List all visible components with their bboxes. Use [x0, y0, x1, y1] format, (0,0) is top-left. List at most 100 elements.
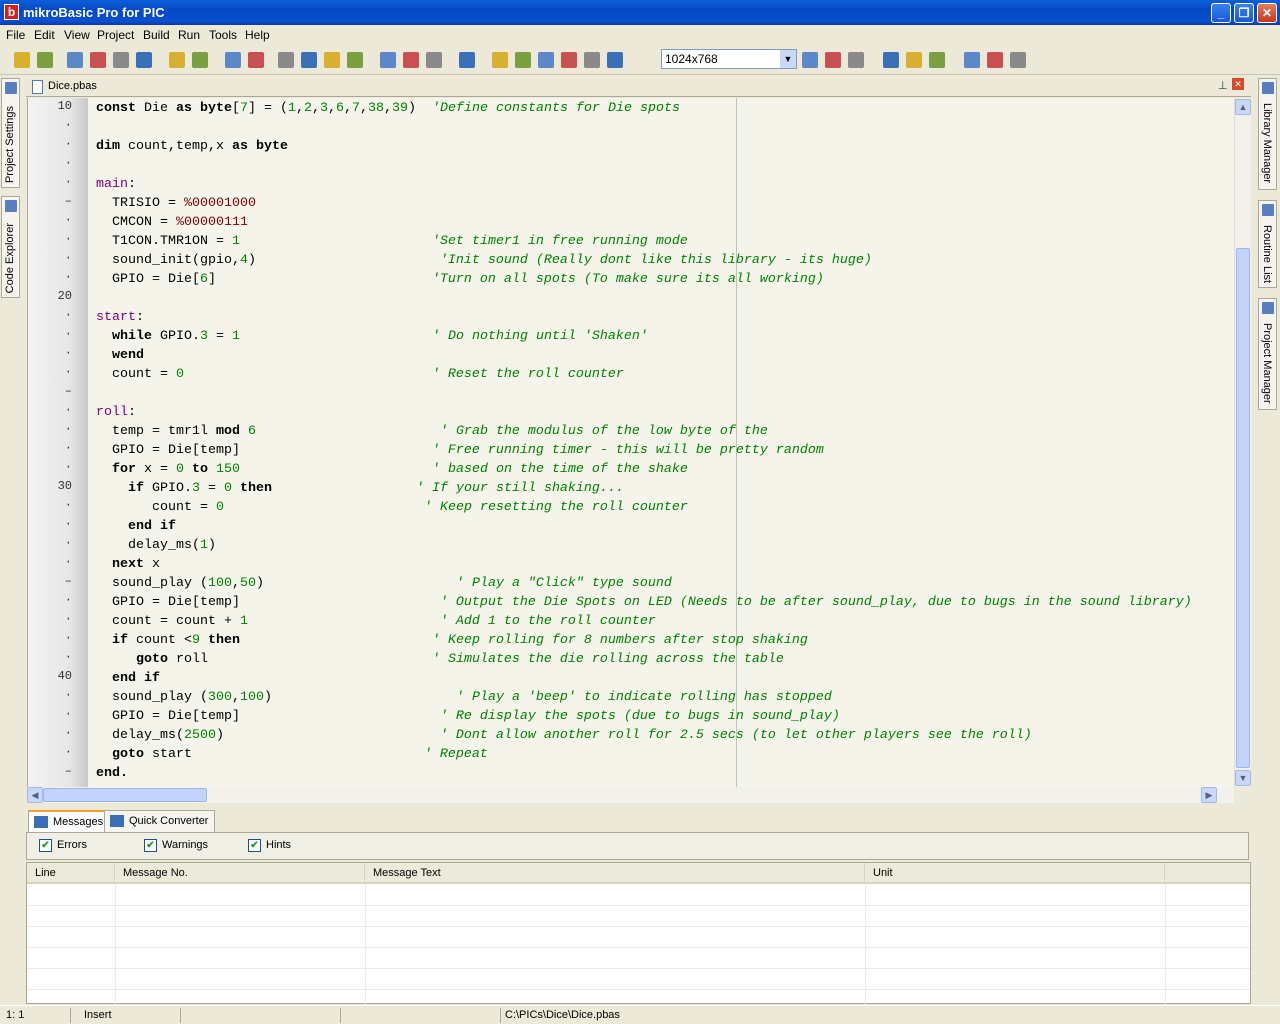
new-project-icon[interactable] — [14, 52, 30, 68]
code-editor[interactable]: 10 · · · · – · · · · 20 · · · · – · · · · 30 · · · · – · · · · 40 · · · · –… — [27, 98, 1234, 787]
layout-icon[interactable] — [848, 52, 864, 68]
tab-messages[interactable]: Messages — [28, 810, 111, 832]
close-button[interactable]: ✕ — [1257, 3, 1277, 23]
edit-project-icon[interactable] — [90, 52, 106, 68]
code-line[interactable]: next x — [96, 555, 160, 574]
lcd-designer-icon[interactable] — [607, 52, 623, 68]
code-line[interactable]: GPIO = Die[temp] ' Free running timer - … — [96, 441, 824, 460]
new-file-icon[interactable] — [225, 52, 241, 68]
menu-run[interactable]: Run — [178, 28, 200, 42]
menu-build[interactable]: Build — [143, 28, 170, 42]
code-line[interactable]: main: — [96, 175, 136, 194]
code-line[interactable]: GPIO = Die[temp] ' Output the Die Spots … — [96, 593, 1192, 612]
italic-comment-icon[interactable] — [883, 52, 899, 68]
code-line[interactable]: roll: — [96, 403, 136, 422]
menu-view[interactable]: View — [64, 28, 90, 42]
layout-save-icon[interactable] — [802, 52, 818, 68]
code-line[interactable]: GPIO = Die[6] 'Turn on all spots (To mak… — [96, 270, 824, 289]
code-line[interactable]: wend — [96, 346, 144, 365]
scroll-down-icon[interactable]: ▼ — [1235, 770, 1251, 786]
code-line[interactable]: delay_ms(1) — [96, 536, 216, 555]
print-preview-icon[interactable] — [324, 52, 340, 68]
tab-project-settings[interactable]: Project Settings — [1, 78, 20, 188]
menu-project[interactable]: Project — [97, 28, 134, 42]
code-line[interactable]: T1CON.TMR1ON = 1 'Set timer1 in free run… — [96, 232, 688, 251]
code-line[interactable]: while GPIO.3 = 1 ' Do nothing until 'Sha… — [96, 327, 648, 346]
tab-code-explorer[interactable]: Code Explorer — [1, 196, 20, 298]
code-line[interactable]: for x = 0 to 150 ' based on the time of … — [96, 460, 688, 479]
menu-file[interactable]: File — [6, 28, 25, 42]
code-line[interactable]: end. — [96, 764, 128, 783]
build-all-icon[interactable] — [403, 52, 419, 68]
code-line[interactable]: end if — [96, 669, 160, 688]
view-assembly-icon[interactable] — [492, 52, 508, 68]
code-line[interactable]: delay_ms(2500) ' Dont allow another roll… — [96, 726, 1032, 745]
code-line[interactable]: count = 0 ' Reset the roll counter — [96, 365, 624, 384]
warnings-checkbox[interactable]: ✔ Warnings — [144, 839, 208, 852]
horizontal-scrollbar[interactable]: ◀ ▶ — [27, 787, 1234, 803]
code-line[interactable]: count = 0 ' Keep resetting the roll coun… — [96, 498, 688, 517]
usb-icon[interactable] — [929, 52, 945, 68]
code-line[interactable]: end if — [96, 517, 176, 536]
code-line[interactable]: goto roll ' Simulates the die rolling ac… — [96, 650, 784, 669]
vertical-scroll-thumb[interactable] — [1236, 248, 1250, 768]
close-project-icon[interactable] — [113, 52, 129, 68]
uart-terminal-icon[interactable] — [584, 52, 600, 68]
code-line[interactable]: const Die as byte[7] = (1,2,3,6,7,38,39)… — [96, 99, 680, 118]
layout-select[interactable]: 1024x768 ▼ — [661, 49, 797, 69]
remove-file-icon[interactable] — [192, 52, 208, 68]
statistics-icon[interactable] — [515, 52, 531, 68]
pin-icon[interactable]: ⊥ — [1218, 79, 1228, 92]
programmer-icon[interactable] — [459, 52, 475, 68]
build-program-icon[interactable] — [426, 52, 442, 68]
help-icon[interactable] — [964, 52, 980, 68]
slash-icon[interactable] — [906, 52, 922, 68]
save-all-icon[interactable] — [301, 52, 317, 68]
vertical-scrollbar[interactable]: ▲ ▼ — [1234, 98, 1251, 787]
code-line[interactable]: sound_init(gpio,4) 'Init sound (Really d… — [96, 251, 872, 270]
code-line[interactable]: GPIO = Die[temp] ' Re display the spots … — [96, 707, 840, 726]
code-line[interactable]: sound_play (100,50) ' Play a "Click" typ… — [96, 574, 672, 593]
menu-edit[interactable]: Edit — [34, 28, 55, 42]
code-templates-icon[interactable] — [561, 52, 577, 68]
add-file-icon[interactable] — [169, 52, 185, 68]
column-header-unit[interactable]: Unit — [865, 863, 1165, 884]
tab-dice-pbas[interactable]: Dice.pbas — [28, 78, 105, 97]
find-next-icon[interactable] — [1010, 52, 1026, 68]
menu-tools[interactable]: Tools — [209, 28, 237, 42]
chevron-down-icon[interactable]: ▼ — [780, 50, 796, 68]
code-line[interactable]: goto start ' Repeat — [96, 745, 488, 764]
code-line[interactable]: if GPIO.3 = 0 then ' If your still shaki… — [96, 479, 624, 498]
tab-library-manager[interactable]: Library Manager — [1258, 78, 1277, 190]
code-line[interactable]: dim count,temp,x as byte — [96, 137, 288, 156]
code-line[interactable]: temp = tmr1l mod 6 ' Grab the modulus of… — [96, 422, 768, 441]
close-tab-icon[interactable]: ✕ — [1232, 78, 1244, 90]
menu-help[interactable]: Help — [245, 28, 270, 42]
open-project-icon[interactable] — [37, 52, 53, 68]
ascii-chart-icon[interactable] — [538, 52, 554, 68]
horizontal-scroll-thumb[interactable] — [43, 788, 207, 802]
build-icon[interactable] — [380, 52, 396, 68]
print-icon[interactable] — [347, 52, 363, 68]
scroll-up-icon[interactable]: ▲ — [1235, 99, 1251, 115]
maximize-button[interactable]: ❐ — [1234, 3, 1254, 23]
save-project-icon[interactable] — [67, 52, 83, 68]
open-file-icon[interactable] — [248, 52, 264, 68]
code-line[interactable]: if count <9 then ' Keep rolling for 8 nu… — [96, 631, 808, 650]
code-line[interactable]: CMCON = %00000111 — [96, 213, 248, 232]
save-file-icon[interactable] — [278, 52, 294, 68]
layout-load-icon[interactable] — [825, 52, 841, 68]
code-line[interactable]: sound_play (300,100) ' Play a 'beep' to … — [96, 688, 832, 707]
find-icon[interactable] — [987, 52, 1003, 68]
minimize-button[interactable]: _ — [1211, 3, 1231, 23]
scroll-right-icon[interactable]: ▶ — [1201, 787, 1217, 803]
scroll-left-icon[interactable]: ◀ — [27, 787, 43, 803]
code-line[interactable]: start: — [96, 308, 144, 327]
column-header-message-no[interactable]: Message No. — [115, 863, 365, 884]
hints-checkbox[interactable]: ✔ Hints — [248, 839, 291, 852]
column-header-line[interactable]: Line — [27, 863, 115, 884]
column-header-message-text[interactable]: Message Text — [365, 863, 865, 884]
project-settings-icon[interactable] — [136, 52, 152, 68]
tab-project-manager[interactable]: Project Manager — [1258, 298, 1277, 410]
tab-quick-converter[interactable]: Quick Converter — [104, 810, 216, 832]
